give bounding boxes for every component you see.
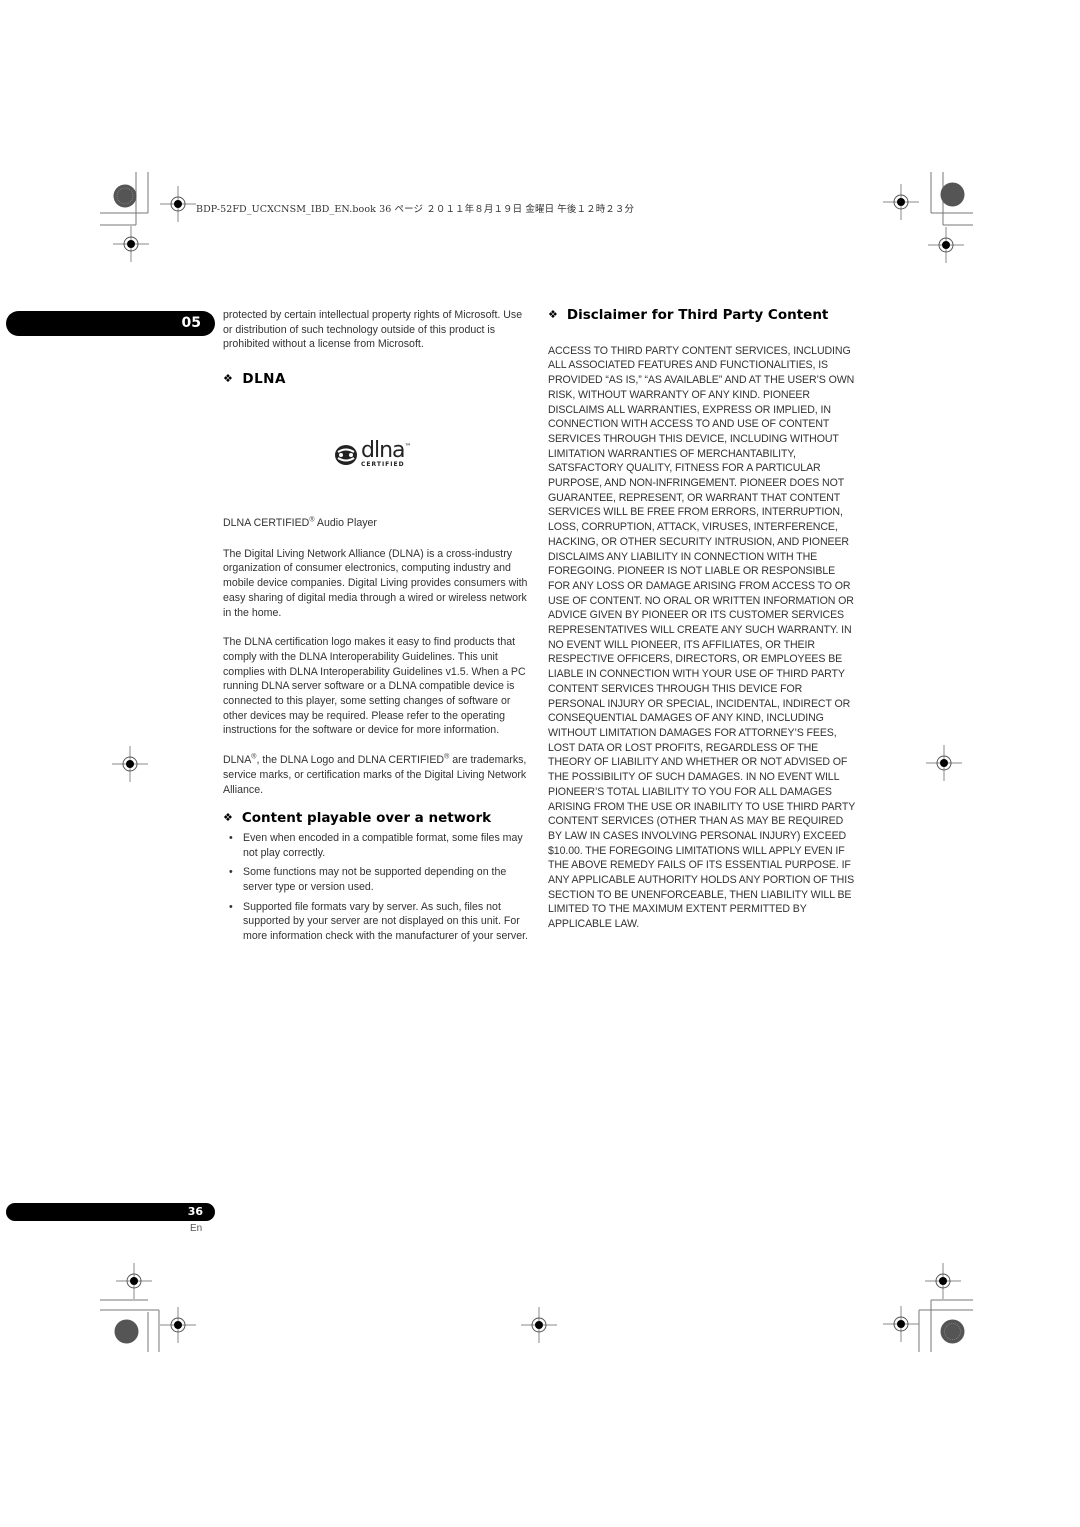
dlna-paragraph: The DLNA certification logo makes it eas… [223,636,526,737]
certified-label-suffix: Audio Player [314,517,377,529]
registration-crosshair-icon [521,1307,557,1343]
disclaimer-heading-text: Disclaimer for Third Party Content [566,307,829,323]
certified-label-text: DLNA CERTIFIED [223,517,310,529]
registration-crosshair-icon [113,226,149,262]
diamond-bullet-icon: ❖ [223,811,233,825]
solid-target-icon [940,182,965,207]
chapter-tab: 05 [6,311,215,336]
tm-part: , the DLNA Logo and DLNA CERTIFIED [256,754,445,767]
intro-paragraph: protected by certain intellectual proper… [223,309,523,351]
diamond-bullet-icon: ❖ [223,372,234,386]
crop-marks-top-left [100,172,973,1352]
starburst-target-icon [113,184,137,208]
page-number-tab: 36 [6,1203,215,1221]
dlna-logo-icon [335,444,357,465]
dlna-paragraph: The Digital Living Network Alliance (DLN… [223,547,528,619]
right-column: ❖ Disclaimer for Third Party Content ACC… [548,308,856,947]
registration-crosshair-icon [116,1263,152,1299]
dlna-body: DLNA CERTIFIED® Audio Player The Digital… [223,516,533,949]
print-slug-header: BDP-52FD_UCXCNSM_IBD_EN.book 36 ページ ２０１１… [196,204,635,215]
registration-crosshair-icon [925,1263,961,1299]
dlna-wordmark-text: dlna [361,438,406,463]
list-item: Some functions may not be supported depe… [223,865,533,894]
registration-crosshair-icon [883,1306,919,1342]
network-heading: ❖ Content playable over a network [223,811,533,826]
solid-target-icon [114,1319,139,1344]
registration-crosshair-icon [928,227,964,263]
disclaimer-heading: ❖ Disclaimer for Third Party Content [548,308,856,323]
registration-crosshair-icon [160,186,196,222]
trademark-symbol: ™ [404,442,412,451]
registration-crosshair-icon [883,184,919,220]
registration-crosshair-icon [160,1307,196,1343]
list-item: Even when encoded in a compatible format… [223,831,533,860]
network-heading-text: Content playable over a network [241,810,492,827]
starburst-target-icon [940,1319,965,1344]
dlna-trademark-note: DLNA®, the DLNA Logo and DLNA CERTIFIED®… [223,753,533,797]
disclaimer-body: ACCESS TO THIRD PARTY CONTENT SERVICES, … [548,344,855,931]
registration-crosshair-icon [926,745,962,781]
dlna-wordmark: dlna™ [361,438,412,463]
dlna-logo-subtitle: CERTIFIED [361,461,405,468]
tm-part: DLNA [223,754,252,767]
network-bullet-list: Even when encoded in a compatible format… [223,831,533,944]
diamond-bullet-icon: ❖ [548,308,558,321]
registration-crosshair-icon [112,746,148,782]
dlna-heading-text: DLNA [242,371,286,388]
dlna-certified-label: DLNA CERTIFIED® Audio Player [223,516,533,531]
language-label: En [190,1223,203,1234]
list-item: Supported file formats vary by server. A… [223,900,533,944]
dlna-heading: ❖ DLNA [223,372,533,387]
dlna-certified-logo: dlna™ CERTIFIED [334,438,412,468]
left-column: protected by certain intellectual proper… [223,308,533,387]
